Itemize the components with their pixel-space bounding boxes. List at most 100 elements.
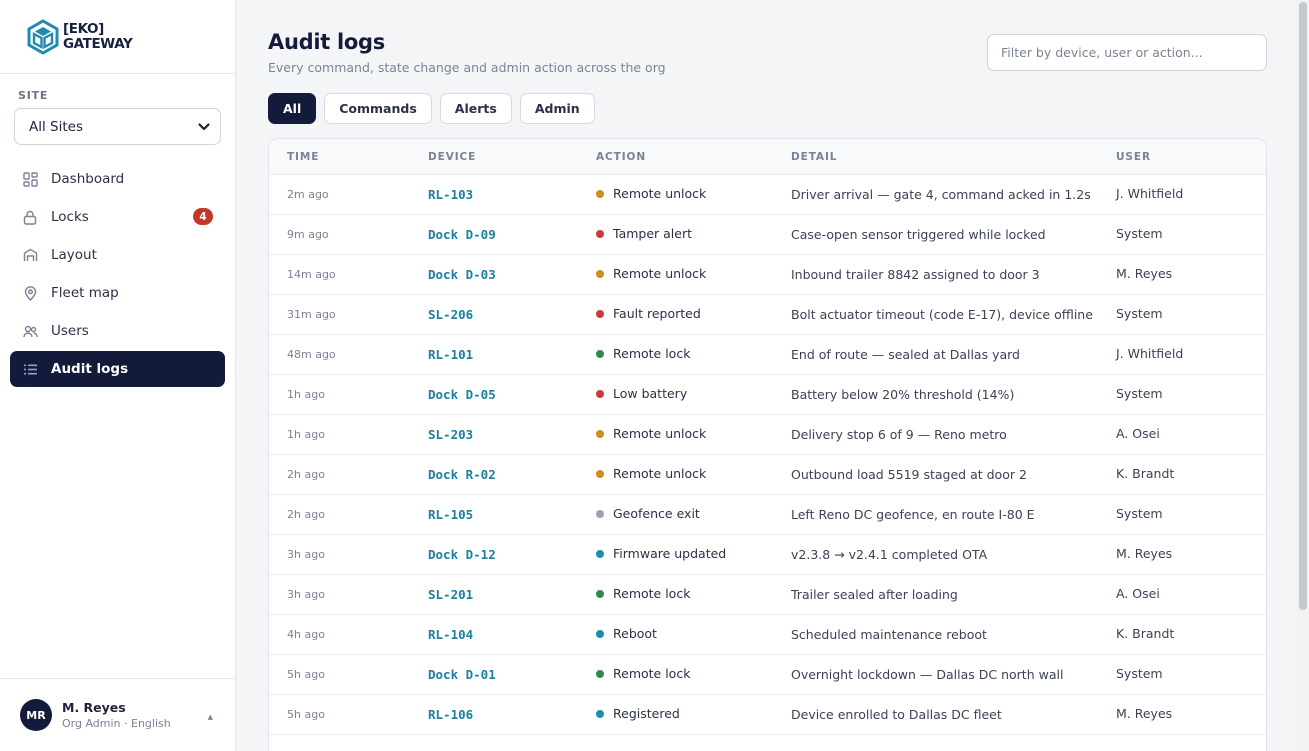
row-time: 2h ago (287, 508, 325, 521)
table-row[interactable]: 4h ago RL-104 Reboot Scheduled maintenance … (269, 615, 1266, 655)
row-user: System (1116, 666, 1163, 681)
tab-admin[interactable]: Admin (519, 93, 595, 124)
row-detail: Bolt actuator timeout (code E-17), devic… (791, 307, 1093, 322)
sidebar-item-label: Users (51, 323, 89, 339)
table-row[interactable]: 1h ago Dock D-05 Low battery Battery below … (269, 375, 1266, 415)
row-device-link[interactable]: SL-206 (428, 307, 473, 322)
row-device-link[interactable]: Dock D-12 (428, 547, 496, 562)
table-row[interactable]: 3h ago Dock D-12 Firmware updated v2.3.8 → … (269, 535, 1266, 575)
row-device-link[interactable]: RL-105 (428, 507, 473, 522)
logo[interactable]: [EKO] GATEWAY (0, 0, 235, 74)
sidebar-item-users[interactable]: Users (10, 313, 225, 349)
table-row[interactable]: 1h ago SL-203 Remote unlock Delivery stop 6… (269, 415, 1266, 455)
row-user: J. Whitfield (1116, 186, 1184, 201)
status-dot-icon (596, 189, 604, 198)
avatar: MR (20, 699, 52, 731)
row-device-link[interactable]: RL-106 (428, 707, 473, 722)
row-time: 1h ago (287, 388, 325, 401)
row-device-link[interactable]: SL-203 (428, 427, 473, 442)
brand-line-1: [EKO] (63, 20, 104, 37)
row-action-label: Low battery (613, 386, 688, 401)
row-device-link[interactable]: SL-201 (428, 587, 473, 602)
row-time: 2m ago (287, 188, 329, 201)
status-dot-icon (596, 549, 604, 558)
site-select[interactable]: All Sites (14, 108, 221, 145)
users-icon (22, 323, 38, 339)
row-device-link[interactable]: RL-101 (428, 347, 473, 362)
row-action-label: Remote lock (613, 666, 691, 681)
row-device-link[interactable]: Dock D-05 (428, 387, 496, 402)
row-time: 14m ago (287, 268, 336, 281)
header-time[interactable]: TIME (287, 151, 319, 163)
row-device-link[interactable]: RL-104 (428, 627, 473, 642)
table-row[interactable]: 31m ago SL-206 Fault reported Bolt actuator… (269, 295, 1266, 335)
status-dot-icon (596, 389, 604, 398)
status-dot-icon (596, 469, 604, 478)
table-row[interactable]: 2m ago RL-103 Remote unlock Driver arrival … (269, 175, 1266, 215)
table-row[interactable]: 3h ago SL-201 Remote lock Trailer sealed af… (269, 575, 1266, 615)
row-action: Remote unlock (596, 266, 706, 281)
header-device[interactable]: DEVICE (428, 151, 476, 163)
row-time: 9m ago (287, 228, 329, 241)
row-action-label: Remote unlock (613, 466, 707, 481)
row-action: Remote lock (596, 586, 690, 601)
brand-line-2: GATEWAY (63, 35, 133, 52)
row-user: System (1116, 226, 1163, 241)
header-user[interactable]: USER (1116, 151, 1151, 163)
sidebar-item-locks[interactable]: Locks 4 (10, 199, 225, 235)
row-time: 3h ago (287, 588, 325, 601)
row-action-label: Remote unlock (613, 266, 707, 281)
site-label: SITE (18, 89, 49, 102)
table-row[interactable]: 2h ago RL-105 Geofence exit Left Reno DC ge… (269, 495, 1266, 535)
status-dot-icon (596, 509, 604, 518)
sidebar-item-layout[interactable]: Layout (10, 237, 225, 273)
table-row[interactable]: 48m ago RL-101 Remote lock End of route — s… (269, 335, 1266, 375)
table-row[interactable]: 2h ago Dock R-02 Remote unlock Outbound loa… (269, 455, 1266, 495)
user-menu[interactable]: MR M. Reyes Org Admin · English ▲ (0, 678, 235, 751)
audit-table: TIME DEVICE ACTION DETAIL USER 2m ago RL-… (268, 138, 1267, 751)
row-user: M. Reyes (1116, 266, 1173, 281)
sidebar: [EKO] GATEWAY SITE All Sites Dashboard L… (0, 0, 236, 751)
row-detail: Device enrolled to Dallas DC fleet (791, 707, 1002, 722)
page-scrollbar[interactable] (1297, 0, 1309, 751)
sidebar-item-fleet-map[interactable]: Fleet map (10, 275, 225, 311)
row-action: Remote lock (596, 666, 690, 681)
tab-alerts[interactable]: Alerts (439, 93, 512, 124)
row-action-label: Tamper alert (613, 226, 693, 241)
filter-input[interactable] (987, 34, 1267, 71)
table-row[interactable]: 5h ago RL-106 Registered Device enrolled to… (269, 695, 1266, 735)
header-action[interactable]: ACTION (596, 151, 646, 163)
chevron-down-icon (198, 122, 210, 130)
row-action: Reboot (596, 626, 657, 641)
tab-commands[interactable]: Commands (324, 93, 432, 124)
row-device-link[interactable]: RL-103 (428, 187, 473, 202)
filter-tabs: All Commands Alerts Admin (268, 93, 603, 124)
table-body: 2m ago RL-103 Remote unlock Driver arrival … (269, 175, 1266, 735)
row-time: 4h ago (287, 628, 325, 641)
status-dot-icon (596, 429, 604, 438)
status-dot-icon (596, 349, 604, 358)
row-action: Remote unlock (596, 426, 706, 441)
row-detail: End of route — sealed at Dallas yard (791, 347, 1020, 362)
row-device-link[interactable]: Dock R-02 (428, 467, 496, 482)
table-row[interactable]: 9m ago Dock D-09 Tamper alert Case-open sen… (269, 215, 1266, 255)
sidebar-item-dashboard[interactable]: Dashboard (10, 161, 225, 197)
tab-all[interactable]: All (268, 93, 317, 124)
row-user: K. Brandt (1116, 466, 1175, 481)
row-time: 2h ago (287, 468, 325, 481)
row-device-link[interactable]: Dock D-03 (428, 267, 496, 282)
table-row[interactable]: 5h ago Dock D-01 Remote lock Overnight lock… (269, 655, 1266, 695)
row-device-link[interactable]: Dock D-01 (428, 667, 496, 682)
table-row[interactable]: 14m ago Dock D-03 Remote unlock Inbound tra… (269, 255, 1266, 295)
row-action-label: Fault reported (613, 306, 701, 321)
sidebar-item-label: Layout (51, 247, 97, 263)
header-detail[interactable]: DETAIL (791, 151, 837, 163)
row-action-label: Remote unlock (613, 186, 707, 201)
page-title: Audit logs (268, 30, 385, 54)
sidebar-item-audit-logs[interactable]: Audit logs (10, 351, 225, 387)
row-device-link[interactable]: Dock D-09 (428, 227, 496, 242)
scrollbar-thumb[interactable] (1299, 2, 1307, 610)
row-user: A. Osei (1116, 586, 1160, 601)
main-content: Audit logs Every command, state change a… (236, 0, 1297, 751)
row-action: Fault reported (596, 306, 701, 321)
